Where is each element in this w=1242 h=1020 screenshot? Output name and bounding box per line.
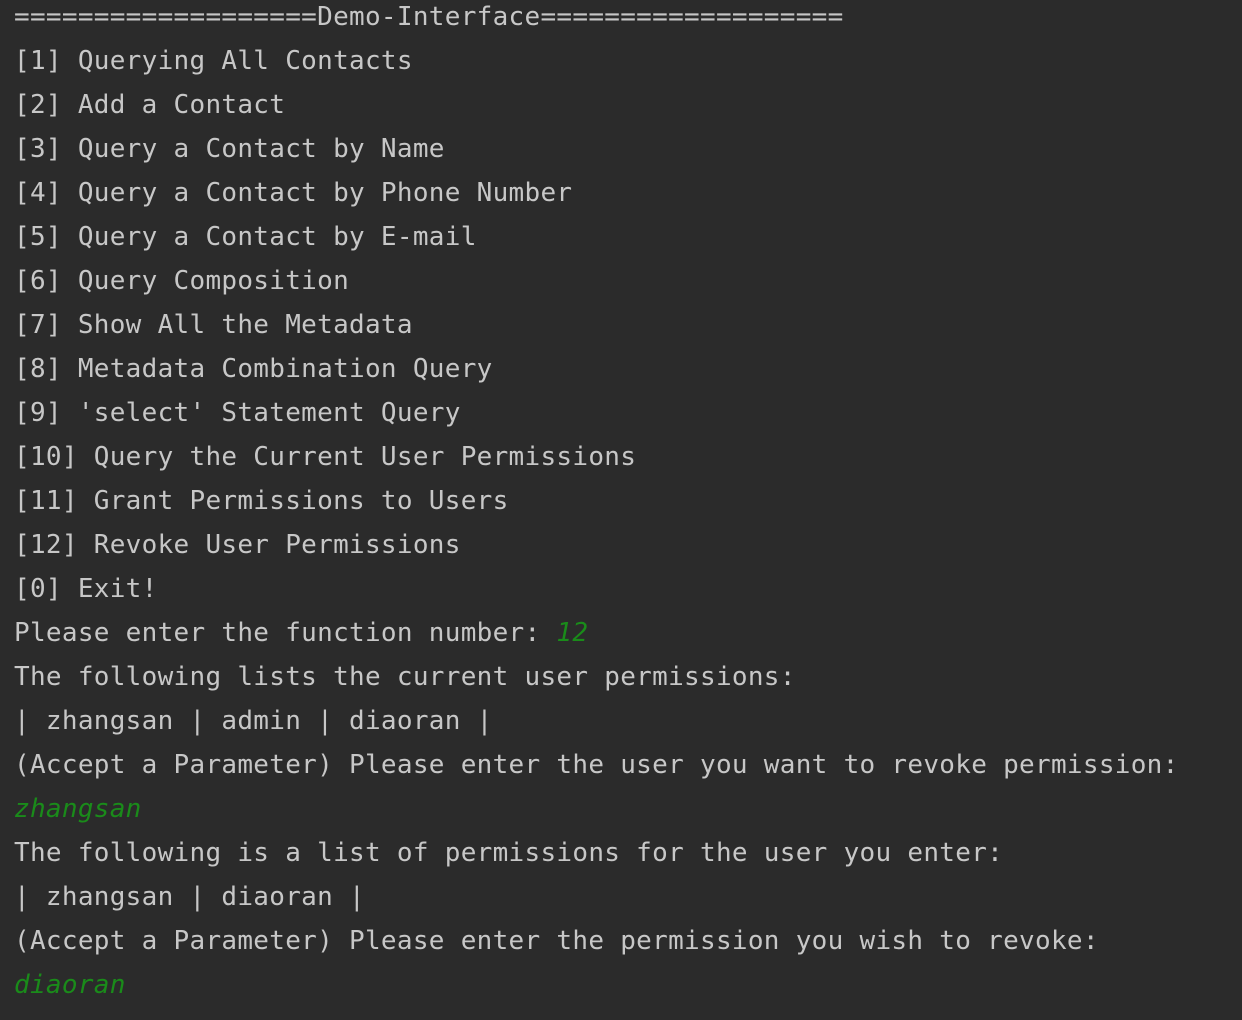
menu-item-10: [10] Query the Current User Permissions	[14, 442, 637, 472]
permission-prompt: (Accept a Parameter) Please enter the pe…	[14, 926, 1099, 956]
menu-item-12: [12] Revoke User Permissions	[14, 530, 461, 560]
menu-item-2: [2] Add a Contact	[14, 90, 286, 120]
menu-item-4: [4] Query a Contact by Phone Number	[14, 178, 573, 208]
menu-item-7: [7] Show All the Metadata	[14, 310, 413, 340]
permissions-row: | zhangsan | diaoran |	[14, 882, 365, 912]
permission-input[interactable]: diaoran	[14, 968, 126, 1002]
user-input[interactable]: zhangsan	[14, 792, 142, 826]
menu-item-0: [0] Exit!	[14, 574, 158, 604]
banner-line: ===================Demo-Interface=======…	[14, 2, 844, 32]
function-prompt-line: Please enter the function number: 12	[14, 616, 588, 650]
users-row: | zhangsan | admin | diaoran |	[14, 706, 493, 736]
function-prompt: Please enter the function number:	[14, 618, 557, 648]
menu-item-9: [9] 'select' Statement Query	[14, 398, 461, 428]
user-permissions-heading: The following is a list of permissions f…	[14, 838, 1004, 868]
menu-item-11: [11] Grant Permissions to Users	[14, 486, 509, 516]
user-prompt: (Accept a Parameter) Please enter the us…	[14, 750, 1179, 780]
menu-item-6: [6] Query Composition	[14, 266, 350, 296]
menu-item-5: [5] Query a Contact by E-mail	[14, 222, 477, 252]
menu-item-3: [3] Query a Contact by Name	[14, 134, 445, 164]
function-number-input[interactable]: 12	[556, 618, 588, 648]
menu-item-8: [8] Metadata Combination Query	[14, 354, 493, 384]
permissions-list-heading: The following lists the current user per…	[14, 662, 796, 692]
menu-item-1: [1] Querying All Contacts	[14, 46, 413, 76]
console-output[interactable]: ===================Demo-Interface=======…	[14, 0, 1234, 1000]
